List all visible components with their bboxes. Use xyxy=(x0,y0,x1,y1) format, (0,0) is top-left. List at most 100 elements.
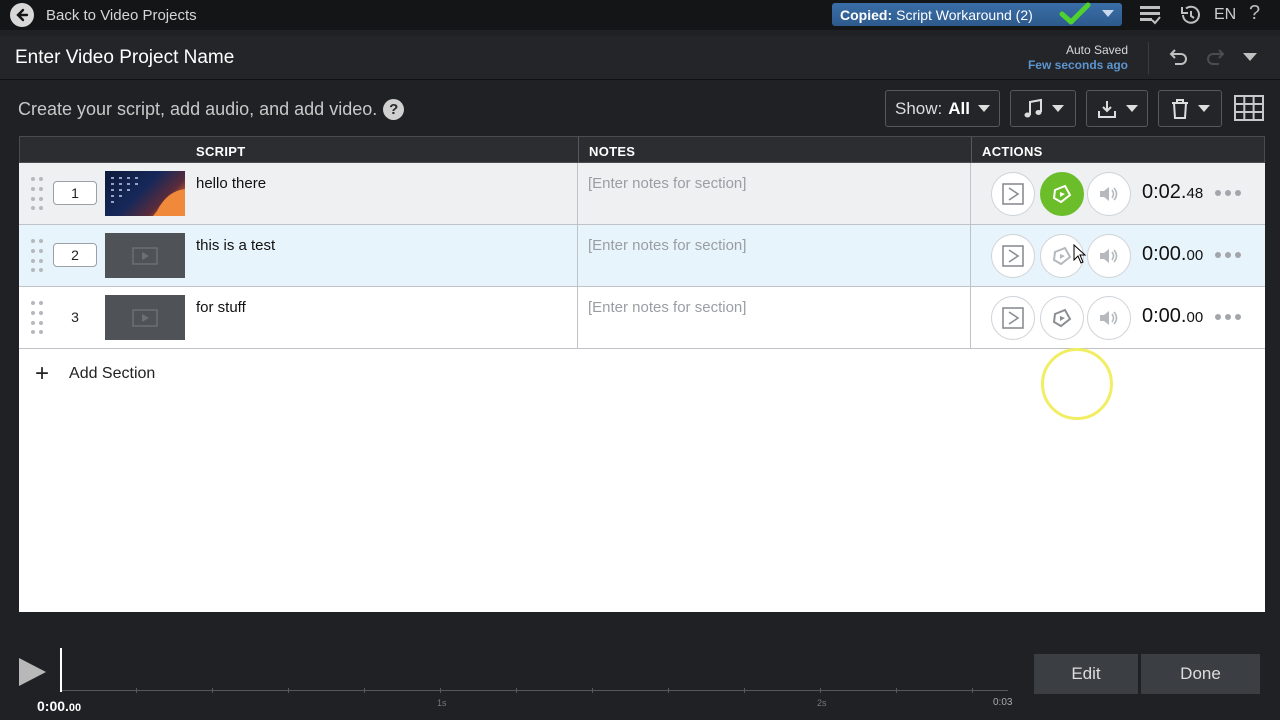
section-duration: 0:00.00 xyxy=(1142,305,1203,328)
done-button[interactable]: Done xyxy=(1141,654,1260,694)
chevron-down-icon xyxy=(1126,105,1138,112)
music-note-icon xyxy=(1024,98,1042,117)
table-row[interactable]: 1 hello there [Enter notes for section] xyxy=(19,163,1265,225)
add-section-button[interactable]: + Add Section xyxy=(35,360,156,387)
autosave-time: Few seconds ago xyxy=(1027,58,1128,72)
import-dropdown[interactable] xyxy=(1086,90,1148,127)
video-placeholder-icon xyxy=(132,308,158,327)
script-text[interactable]: for stuff xyxy=(196,299,246,316)
video-thumbnail[interactable] xyxy=(105,171,185,216)
instructions-label: Create your script, add audio, and add v… xyxy=(18,99,378,119)
redo-icon[interactable] xyxy=(1204,46,1228,68)
column-divider xyxy=(577,225,578,287)
video-clip-icon xyxy=(1052,246,1072,266)
preview-button[interactable] xyxy=(991,234,1035,278)
column-divider xyxy=(577,163,578,225)
add-video-button[interactable] xyxy=(1040,172,1084,216)
timeline-tick xyxy=(440,688,441,693)
play-box-icon xyxy=(1002,245,1024,267)
script-table: SCRIPT NOTES ACTIONS 1 hello there [Ente… xyxy=(19,136,1265,612)
add-video-button[interactable] xyxy=(1040,296,1084,340)
timeline-marker-2s: 2s xyxy=(817,698,827,708)
section-duration: 0:00.00 xyxy=(1142,243,1203,266)
table-row[interactable]: 3 for stuff [Enter notes for section] 0:… xyxy=(19,287,1265,349)
delete-dropdown[interactable] xyxy=(1158,90,1222,127)
chevron-down-icon xyxy=(1052,105,1064,112)
help-icon[interactable]: ? xyxy=(1249,2,1260,25)
back-label: Back to Video Projects xyxy=(46,6,197,24)
timeline-marker-1s: 1s xyxy=(437,698,447,708)
add-section-label: Add Section xyxy=(69,365,156,382)
play-box-icon xyxy=(1002,183,1024,205)
chevron-down-icon[interactable] xyxy=(1243,52,1257,62)
language-selector[interactable]: EN xyxy=(1214,6,1236,24)
add-audio-button[interactable] xyxy=(1087,172,1131,216)
play-icon[interactable] xyxy=(18,657,48,687)
title-bar: Enter Video Project Name Auto Saved Few … xyxy=(0,36,1280,80)
add-audio-button[interactable] xyxy=(1087,296,1131,340)
autosave-title: Auto Saved xyxy=(1065,43,1128,57)
section-number[interactable]: 1 xyxy=(53,181,97,205)
show-filter-dropdown[interactable]: Show: All xyxy=(885,90,1000,127)
timeline-tick xyxy=(668,688,669,693)
duration-main: 0:02. xyxy=(1142,181,1187,203)
script-text[interactable]: hello there xyxy=(196,175,266,192)
video-placeholder-icon xyxy=(132,246,158,265)
timeline-tick xyxy=(288,688,289,693)
notes-field[interactable]: [Enter notes for section] xyxy=(588,237,746,254)
top-bar: Back to Video Projects Copied: Script Wo… xyxy=(0,0,1280,30)
project-name-field[interactable]: Enter Video Project Name xyxy=(15,47,234,69)
timeline-tick xyxy=(972,688,973,693)
checklist-icon[interactable] xyxy=(1138,4,1162,26)
add-audio-button[interactable] xyxy=(1087,234,1131,278)
more-options-icon[interactable] xyxy=(1215,314,1241,320)
edit-button[interactable]: Edit xyxy=(1034,654,1138,694)
trash-icon xyxy=(1172,98,1188,119)
copied-status-dropdown[interactable]: Copied: Script Workaround (2) xyxy=(832,2,1122,26)
video-clip-icon xyxy=(1052,184,1072,204)
show-label: Show: xyxy=(895,98,943,118)
drag-handle-icon[interactable] xyxy=(31,301,43,335)
preview-button[interactable] xyxy=(991,296,1035,340)
duration-fraction: 00 xyxy=(1186,247,1204,264)
speaker-icon xyxy=(1100,187,1118,201)
duration-fraction: 48 xyxy=(1186,185,1204,202)
undo-icon[interactable] xyxy=(1166,46,1190,68)
playhead[interactable] xyxy=(60,648,62,692)
grid-view-icon[interactable] xyxy=(1234,95,1264,121)
script-text[interactable]: this is a test xyxy=(196,237,275,254)
help-icon[interactable]: ? xyxy=(383,99,405,120)
header-script: SCRIPT xyxy=(196,144,246,159)
timeline-tick xyxy=(364,688,365,693)
play-box-icon xyxy=(1002,307,1024,329)
timeline-tick xyxy=(744,688,745,693)
duration-fraction: 00 xyxy=(1186,309,1204,326)
preview-button[interactable] xyxy=(991,172,1035,216)
end-time: 0:03 xyxy=(993,697,1013,708)
autosave-status: Auto Saved Few seconds ago xyxy=(1028,43,1128,73)
video-thumbnail[interactable] xyxy=(105,295,185,340)
more-options-icon[interactable] xyxy=(1215,190,1241,196)
section-number[interactable]: 3 xyxy=(53,309,97,325)
video-clip-icon xyxy=(1052,308,1072,328)
column-divider xyxy=(970,225,971,287)
video-thumbnail[interactable] xyxy=(105,233,185,278)
notes-field[interactable]: [Enter notes for section] xyxy=(588,175,746,192)
title-divider xyxy=(1148,42,1149,74)
add-audio-dropdown[interactable] xyxy=(1010,90,1076,127)
header-actions: ACTIONS xyxy=(982,144,1043,159)
column-divider xyxy=(970,163,971,225)
section-number[interactable]: 2 xyxy=(53,243,97,267)
chevron-down-icon xyxy=(977,105,990,112)
drag-handle-icon[interactable] xyxy=(31,177,43,211)
more-options-icon[interactable] xyxy=(1215,252,1241,258)
current-time: 0:00.00 xyxy=(37,698,81,714)
plus-icon: + xyxy=(35,360,50,387)
history-icon[interactable] xyxy=(1178,4,1202,26)
notes-field[interactable]: [Enter notes for section] xyxy=(588,299,746,316)
timeline-tick xyxy=(212,688,213,693)
back-to-projects-button[interactable]: Back to Video Projects xyxy=(10,3,197,27)
timeline[interactable]: 1s 2s xyxy=(60,648,1008,708)
header-divider xyxy=(971,137,972,164)
drag-handle-icon[interactable] xyxy=(31,239,43,273)
